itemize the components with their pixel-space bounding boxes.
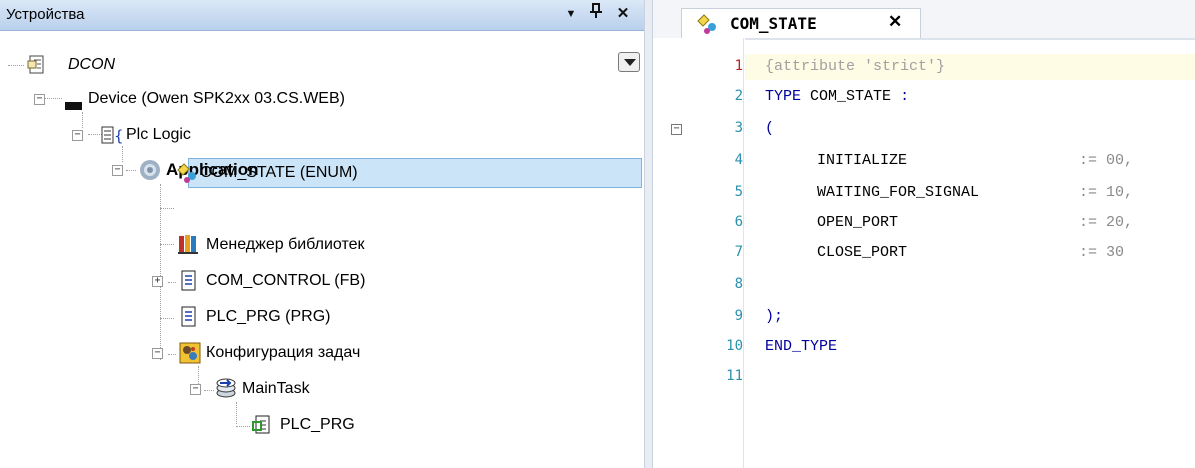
tree-item-com-control[interactable]: + COM_CONTROL (FB)	[0, 266, 640, 296]
pou-document-icon	[180, 270, 200, 291]
library-books-icon	[178, 233, 198, 254]
close-panel-icon[interactable]: ✕	[612, 3, 634, 25]
enum-member-name: INITIALIZE	[817, 152, 908, 169]
close-tab-icon[interactable]: ✕	[888, 12, 902, 32]
device-icon	[64, 93, 84, 113]
tree-item-label: Plc Logic	[126, 126, 191, 143]
line-number: 2	[734, 88, 743, 104]
code-line-3: (	[765, 120, 775, 137]
enum-member-name: OPEN_PORT	[817, 214, 899, 231]
tree-item-label: PLC_PRG (PRG)	[206, 308, 331, 325]
enum-member-value: := 20,	[1079, 214, 1134, 231]
tree-item-plc-prg[interactable]: PLC_PRG (PRG)	[0, 302, 640, 332]
program-call-icon	[252, 414, 272, 434]
type-name: COM_STATE	[810, 88, 892, 105]
devices-panel-title: Устройства	[6, 6, 85, 23]
line-number: 3	[734, 120, 743, 136]
colon: :	[900, 88, 910, 105]
editor-tab-strip: COM_STATE ✕	[653, 0, 1195, 40]
devices-panel-header: Устройства ▼ ✕	[0, 0, 644, 31]
line-number: 4	[734, 152, 743, 168]
enum-type-icon	[176, 162, 196, 183]
project-file-icon	[26, 54, 46, 74]
tree-item-device[interactable]: − Device (Owen SPK2xx 03.CS.WEB)	[0, 84, 640, 114]
enum-member-name: CLOSE_PORT	[817, 244, 908, 261]
code-text-area[interactable]: {attribute 'strict'} TYPE COM_STATE : ( …	[745, 38, 1195, 468]
pin-icon[interactable]	[585, 3, 607, 25]
line-number: 10	[726, 338, 743, 354]
expand-toggle[interactable]: +	[152, 276, 163, 287]
tab-com-state[interactable]: COM_STATE ✕	[681, 8, 921, 38]
code-line-9: );	[765, 308, 784, 325]
collapse-toggle[interactable]: −	[72, 130, 83, 141]
line-number: 6	[734, 214, 743, 230]
task-configuration-icon	[178, 341, 201, 364]
tree-item-task-configuration[interactable]: − Конфигурация задач	[0, 338, 640, 368]
collapse-toggle[interactable]: −	[34, 94, 45, 105]
devices-panel: Устройства ▼ ✕ DCON − Device (Owen SPK2x…	[0, 0, 644, 468]
keyword-type: TYPE	[765, 88, 802, 105]
tree-item-plc-logic[interactable]: − { Plc Logic	[0, 120, 640, 150]
tree-item-label: COM_STATE (ENUM)	[200, 164, 358, 181]
pou-document-icon	[180, 306, 200, 327]
tree-item-label: Конфигурация задач	[206, 344, 361, 361]
tab-label: COM_STATE	[730, 14, 817, 33]
enum-member-name: WAITING_FOR_SIGNAL	[817, 184, 980, 201]
tree-item-label: COM_CONTROL (FB)	[206, 272, 366, 289]
task-icon	[214, 377, 236, 398]
tree-item-label: MainTask	[242, 380, 310, 397]
tree-item-dcon[interactable]: DCON	[0, 50, 640, 80]
enum-member-value: := 30	[1079, 244, 1125, 261]
gutter-divider	[743, 38, 744, 468]
panel-menu-dropdown-icon[interactable]: ▼	[560, 3, 582, 25]
code-line-2: TYPE COM_STATE :	[765, 84, 909, 109]
enum-member-value: := 00,	[1079, 152, 1134, 169]
line-number: 7	[734, 244, 743, 260]
code-editor: COM_STATE ✕ 1 2 3 4 5 6 7 8 9 10 11 − {a…	[653, 0, 1195, 468]
svg-text:{: {	[114, 127, 124, 145]
code-line-1: {attribute 'strict'}	[765, 58, 946, 75]
fold-collapse-icon[interactable]: −	[671, 124, 682, 135]
panel-splitter[interactable]	[644, 0, 653, 468]
tree-item-label: PLC_PRG	[280, 416, 355, 433]
collapse-toggle[interactable]: −	[152, 348, 163, 359]
tree-item-library-manager[interactable]: Менеджер библиотек	[0, 230, 640, 260]
line-number: 1	[734, 58, 743, 74]
collapse-toggle[interactable]: −	[190, 384, 201, 395]
enum-member-value: := 10,	[1079, 184, 1134, 201]
line-number: 11	[726, 368, 743, 384]
line-number: 9	[734, 308, 743, 324]
tree-item-label: Device (Owen SPK2xx 03.CS.WEB)	[88, 90, 345, 107]
tree-item-com-state[interactable]: COM_STATE (ENUM)	[0, 158, 640, 188]
plc-logic-icon: {	[100, 124, 124, 145]
editor-gutter: 1 2 3 4 5 6 7 8 9 10 11 −	[653, 38, 745, 468]
tree-item-label: DCON	[68, 56, 116, 73]
enum-type-icon	[696, 13, 716, 34]
tree-item-label: Менеджер библиотек	[206, 236, 365, 253]
tree-item-main-task[interactable]: − MainTask	[0, 374, 640, 404]
tree-item-plc-prg-call[interactable]: PLC_PRG	[0, 410, 640, 440]
line-number: 5	[734, 184, 743, 200]
line-number: 8	[734, 276, 743, 292]
code-line-10: END_TYPE	[765, 338, 838, 355]
